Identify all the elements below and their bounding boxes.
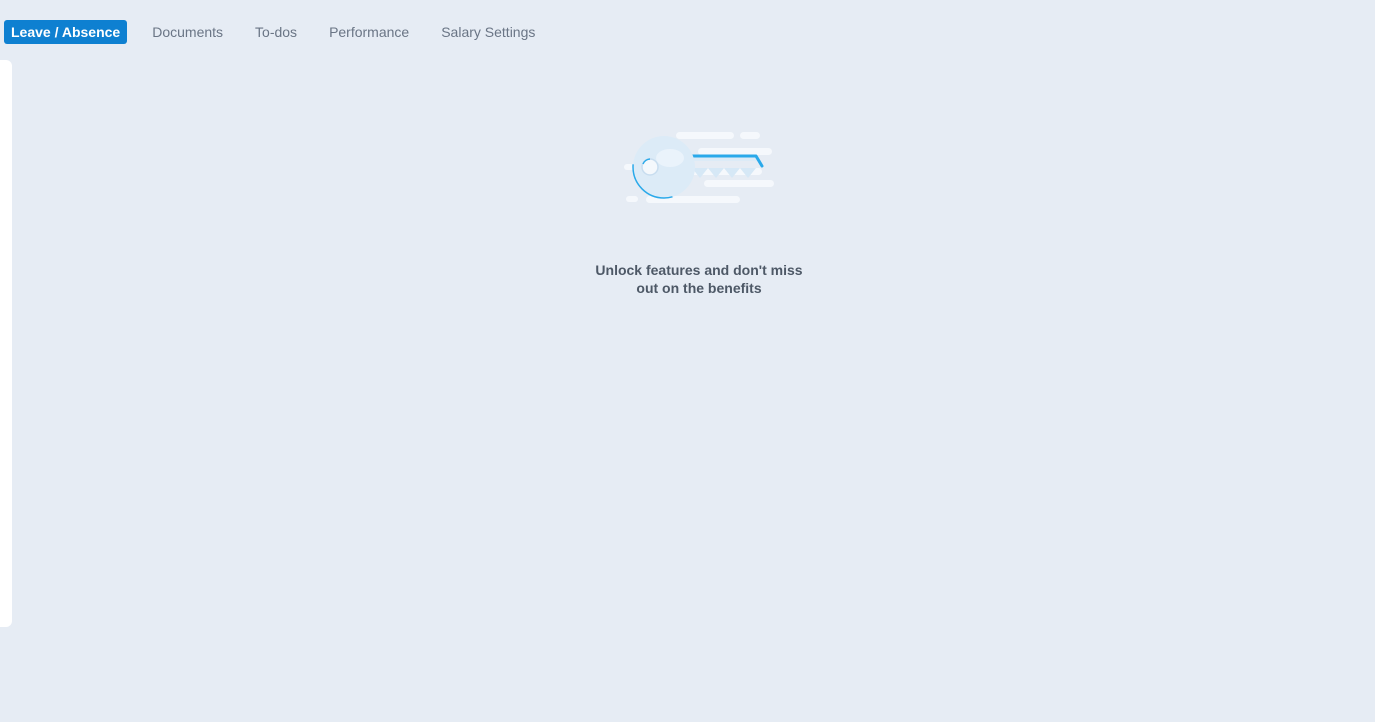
- tab-bar: Leave / Absence Documents To-dos Perform…: [4, 20, 560, 44]
- tab-leave-absence[interactable]: Leave / Absence: [4, 20, 128, 44]
- side-panel: [0, 60, 12, 627]
- tab-performance[interactable]: Performance: [322, 20, 416, 44]
- message-line-1: Unlock features and don't miss: [595, 262, 803, 278]
- key-icon: [620, 124, 780, 210]
- tab-salary-settings[interactable]: Salary Settings: [434, 20, 542, 44]
- empty-state-message: Unlock features and don't miss out on th…: [580, 261, 818, 297]
- message-line-2: out on the benefits: [636, 280, 762, 296]
- tab-to-dos[interactable]: To-dos: [248, 20, 304, 44]
- tab-documents[interactable]: Documents: [145, 20, 230, 44]
